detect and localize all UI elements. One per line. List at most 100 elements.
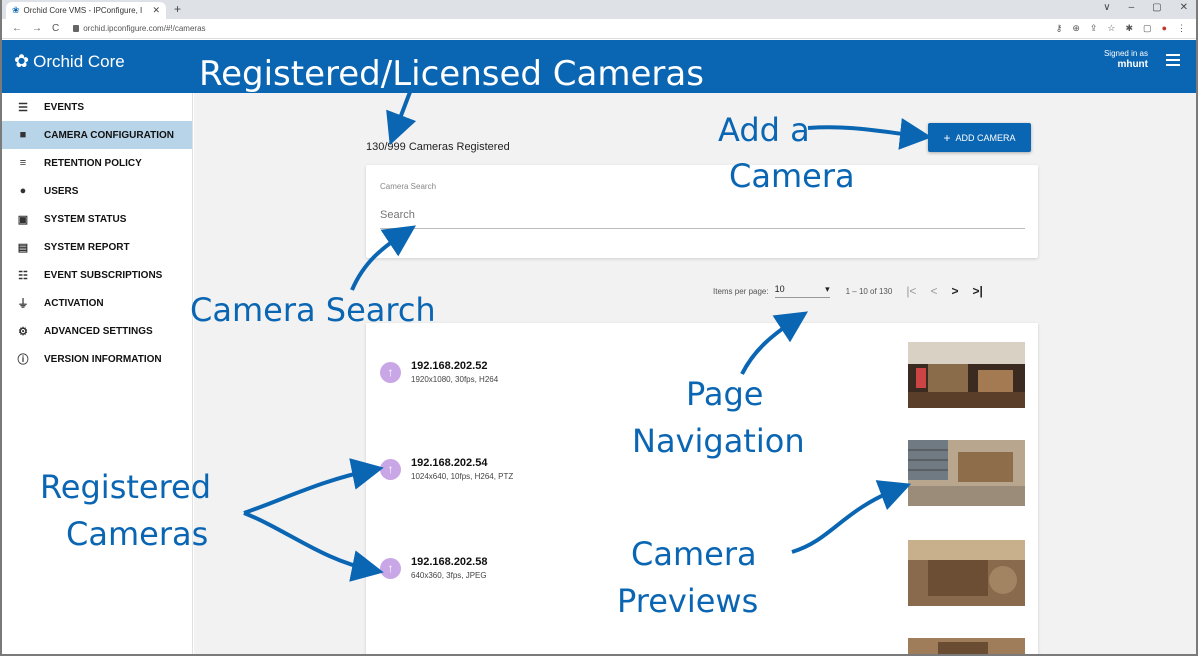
screenshot-frame: ❀ Orchid Core VMS - IPConfigure, I ✕ + ∨… [0, 0, 1198, 656]
profile-avatar-icon[interactable]: ● [1162, 23, 1167, 34]
sidebar-item-system-status[interactable]: ▣ SYSTEM STATUS [2, 205, 192, 233]
previous-page-icon[interactable]: < [930, 284, 937, 298]
camera-search-input[interactable] [380, 201, 1025, 229]
address-bar: ← → C orchid.ipconfigure.com/#!/cameras … [2, 19, 1196, 39]
hamburger-menu-icon[interactable] [1166, 54, 1180, 69]
camera-ip: 192.168.202.54 [411, 457, 488, 469]
tab-title: Orchid Core VMS - IPConfigure, I [23, 6, 143, 15]
sidebar-item-label: USERS [44, 185, 79, 197]
last-page-icon[interactable]: >| [972, 284, 982, 298]
sidebar-item-label: EVENTS [44, 101, 85, 113]
subscriptions-icon: ☷ [18, 269, 28, 282]
annotation-camera-previews-line1: Camera [631, 535, 757, 573]
page-range: 1 – 10 of 130 [845, 286, 893, 296]
minimize-icon[interactable]: – [1129, 2, 1135, 13]
zoom-icon[interactable]: ⊕ [1072, 23, 1080, 34]
camera-preview-image [908, 638, 1025, 654]
list-item[interactable]: ↑ 192.168.202.58 640x360, 3fps, JPEG [380, 556, 487, 580]
camera-preview-image [908, 540, 1025, 606]
annotation-add-a-camera-line1: Add a [718, 111, 810, 149]
annotation-registered-licensed: Registered/Licensed Cameras [199, 54, 704, 94]
camera-icon: ■ [19, 129, 27, 141]
signed-in-info: Signed in as mhunt [1104, 48, 1148, 70]
reload-icon[interactable]: C [52, 23, 59, 34]
plus-icon: + [943, 130, 951, 145]
paginator: Items per page: 10 ▾ 1 – 10 of 130 |< < … [713, 284, 983, 298]
sidebar-item-activation[interactable]: ⏚ ACTIVATION [2, 289, 192, 317]
sidebar-item-label: RETENTION POLICY [44, 157, 142, 169]
items-per-page-value: 10 [774, 284, 785, 294]
camera-ip: 192.168.202.58 [411, 556, 488, 568]
sidebar-item-system-report[interactable]: ▤ SYSTEM REPORT [2, 233, 192, 261]
camera-preview-thumbnail[interactable] [908, 540, 1025, 606]
sidebar-item-label: CAMERA CONFIGURATION [44, 129, 174, 141]
add-camera-button[interactable]: + ADD CAMERA [928, 123, 1031, 152]
lock-icon [73, 25, 80, 32]
camera-preview-thumbnail[interactable] [908, 342, 1025, 408]
camera-preview-thumbnail[interactable] [908, 440, 1025, 506]
username: mhunt [1117, 59, 1148, 70]
camera-search-card: Camera Search [366, 165, 1038, 258]
sidepanel-icon[interactable]: ▢ [1143, 23, 1152, 34]
chrome-menu-icon[interactable]: ⋮ [1177, 23, 1186, 34]
sidebar-item-users[interactable]: ● USERS [2, 177, 192, 205]
back-icon[interactable]: ← [12, 23, 22, 34]
list-item[interactable]: ↑ 192.168.202.52 1920x1080, 30fps, H264 [380, 360, 498, 384]
orchid-logo[interactable]: ✿ Orchid Core [14, 51, 125, 72]
tab-search-icon[interactable]: ∨ [1103, 2, 1110, 13]
sidebar-item-label: SYSTEM REPORT [44, 241, 130, 253]
orchid-flower-icon: ✿ [14, 51, 30, 71]
add-camera-label: ADD CAMERA [955, 132, 1016, 143]
share-icon[interactable]: ⇪ [1090, 23, 1098, 34]
sidebar-item-label: VERSION INFORMATION [44, 353, 162, 365]
annotation-registered-cameras-line1: Registered [40, 468, 212, 506]
camera-spec: 640x360, 3fps, JPEG [411, 571, 487, 580]
tab-close-icon[interactable]: ✕ [152, 5, 160, 16]
camera-spec: 1024x640, 10fps, H264, PTZ [411, 472, 514, 481]
status-icon: ▣ [17, 213, 29, 226]
annotation-camera-search: Camera Search [190, 291, 436, 329]
sidebar-item-event-subscriptions[interactable]: ☷ EVENT SUBSCRIPTIONS [2, 261, 192, 289]
maximize-icon[interactable]: ▢ [1152, 2, 1161, 13]
new-tab-button[interactable]: + [174, 2, 181, 16]
annotation-page-navigation-line1: Page [686, 375, 764, 413]
first-page-icon[interactable]: |< [906, 284, 916, 298]
report-icon: ▤ [17, 241, 29, 254]
close-window-icon[interactable]: ✕ [1180, 2, 1188, 13]
camera-preview-image [908, 440, 1025, 506]
items-per-page-select[interactable]: 10 ▾ [774, 284, 830, 298]
extensions-icon[interactable]: ✱ [1126, 23, 1134, 34]
sidebar-item-label: SYSTEM STATUS [44, 213, 127, 225]
items-per-page-label: Items per page: [713, 286, 769, 296]
browser-tab-strip: ❀ Orchid Core VMS - IPConfigure, I ✕ + ∨… [2, 0, 1196, 19]
url-text: orchid.ipconfigure.com/#!/cameras [83, 24, 206, 33]
camera-spec: 1920x1080, 30fps, H264 [411, 375, 499, 384]
camera-ip: 192.168.202.52 [411, 360, 488, 372]
sidebar: ☰ EVENTS ■ CAMERA CONFIGURATION ≡ RETENT… [2, 93, 193, 654]
camera-preview-thumbnail[interactable] [908, 638, 1025, 654]
info-icon: ⓘ [17, 354, 29, 366]
sidebar-item-retention-policy[interactable]: ≡ RETENTION POLICY [2, 149, 192, 177]
next-page-icon[interactable]: > [951, 284, 958, 298]
sidebar-item-camera-configuration[interactable]: ■ CAMERA CONFIGURATION [2, 121, 192, 149]
sidebar-item-events[interactable]: ☰ EVENTS [2, 93, 192, 121]
annotation-page-navigation-line2: Navigation [632, 422, 805, 460]
annotation-add-a-camera-line2: Camera [729, 157, 855, 195]
annotation-camera-previews-line2: Previews [617, 582, 759, 620]
logo-text: Orchid Core [33, 51, 125, 71]
key-icon[interactable]: ⚷ [1056, 23, 1063, 34]
registered-count: 130/999 Cameras Registered [366, 141, 510, 153]
user-icon: ● [19, 185, 27, 197]
window-controls: ∨ – ▢ ✕ [1103, 2, 1188, 13]
camera-preview-image [908, 342, 1025, 408]
browser-tab[interactable]: ❀ Orchid Core VMS - IPConfigure, I ✕ [6, 2, 166, 19]
url-field[interactable]: orchid.ipconfigure.com/#!/cameras [73, 24, 206, 33]
signed-in-label: Signed in as [1103, 49, 1148, 58]
gears-icon: ⚙ [18, 325, 28, 338]
forward-icon[interactable]: → [32, 23, 42, 34]
sidebar-item-version-information[interactable]: ⓘ VERSION INFORMATION [2, 345, 192, 373]
list-item[interactable]: ↑ 192.168.202.54 1024x640, 10fps, H264, … [380, 457, 513, 481]
plug-icon: ⏚ [17, 298, 29, 310]
sidebar-item-advanced-settings[interactable]: ⚙ ADVANCED SETTINGS [2, 317, 192, 345]
star-icon[interactable]: ☆ [1107, 23, 1115, 34]
